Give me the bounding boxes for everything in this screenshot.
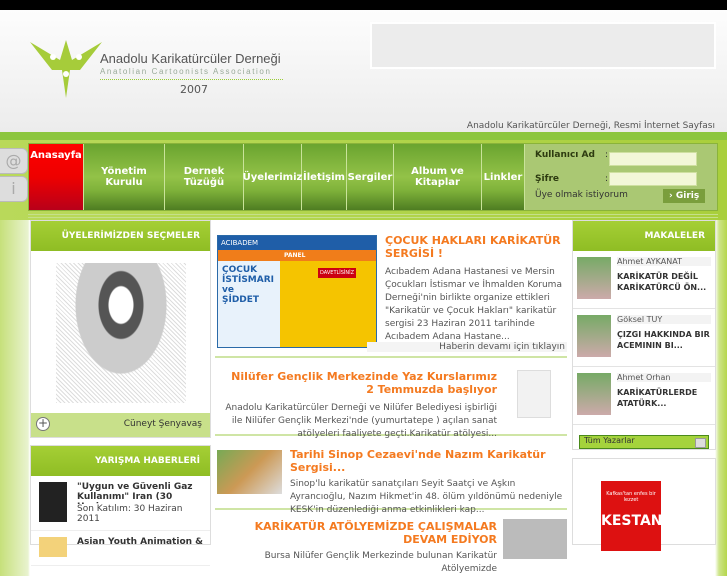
nav-albums[interactable]: Album ve Kitaplar [394,144,482,210]
colon: : [605,150,609,160]
author-photo [577,373,611,415]
nav-statute[interactable]: Dernek Tüzüğü [165,144,244,210]
contest-thumbnail [39,482,67,522]
contest-thumbnail [39,537,67,557]
main-nav: Anasayfa Yönetim Kurulu Dernek Tüzüğü Üy… [28,143,718,211]
section-title: YARIŞMA HABERLERİ [31,446,210,476]
divider [100,79,283,80]
news-title[interactable]: Nilüfer Gençlik Merkezinde Yaz Kurslarım… [225,370,497,396]
nav-contact[interactable]: İletişim [302,144,347,210]
poster-text: PANEL [218,250,376,261]
news-summary: Bursa Nilüfer Gençlik Merkezinde bulunan… [264,551,497,574]
divider [0,132,727,140]
banner-area [370,22,716,69]
ad-brand: KESTANO [601,513,675,529]
article-title[interactable]: KARİKATÜR DEĞİL KARİKATÜRCÜ ÖN... [617,271,711,293]
ad-image[interactable]: Kafkas'tan enfes bir lezzet KESTANO [601,481,674,551]
advertisement[interactable]: Kafkas'tan enfes bir lezzet KESTANO [572,458,716,551]
logo-subtitle: Anatolian Cartoonists Association [100,67,272,76]
contest-deadline: Son Katılım: 30 Haziran 2011 [77,504,183,524]
contest-item[interactable]: Asian Youth Animation & [31,531,210,566]
news-summary: Acıbadem Adana Hastanesi ve Mersin Çocuk… [385,267,562,342]
email-icon[interactable]: @ [0,148,28,174]
author-photo [577,315,611,357]
login-form: Kullanıcı Ad: Şifre: Üye olmak istiyorum… [525,144,717,210]
colon: : [605,174,609,184]
logo-title: Anadolu Karikatürcüler Derneği [100,51,281,66]
news-summary: Sinop'lu karikatür sanatçıları Seyit Saa… [290,479,563,515]
author-name[interactable]: Göksel TUY [617,315,711,324]
artist-name[interactable]: Cüneyt Şenyavaş [124,419,202,429]
login-button[interactable]: › Giriş [663,189,706,203]
news-summary: Anadolu Karikatürcüler Derneği ve Nilüfe… [225,403,497,439]
password-label: Şifre [535,174,560,184]
nav-links[interactable]: Linkler [482,144,525,210]
section-title: MAKALELER [573,221,715,251]
plus-icon[interactable]: + [36,417,50,431]
news-item: ACIBADEM PANEL ÇOCUK İSTİSMARI ve ŞİDDET… [215,228,567,358]
divider [28,214,718,218]
all-authors-select[interactable]: Tüm Yazarlar [579,435,709,449]
contest-title[interactable]: "Uygun ve Güvenli Gaz Kullanımı" Iran (3… [77,482,204,504]
nav-home[interactable]: Anasayfa [29,144,84,210]
article-item[interactable]: Göksel TUY ÇIZGI HAKKINDA BIR ACEMININ BI… [573,309,715,367]
article-title[interactable]: KARİKATÜRLERDE ATATÜRK... [617,387,711,409]
contest-news-box: YARIŞMA HABERLERİ "Uygun ve Güvenli Gaz … [30,445,211,566]
article-item[interactable]: Ahmet AYKANAT KARİKATÜR DEĞİL KARİKATÜRCÜ… [573,251,715,309]
password-input[interactable] [609,172,697,186]
nav-board[interactable]: Yönetim Kurulu [84,144,165,210]
news-item: Nilüfer Gençlik Merkezinde Yaz Kurslarım… [215,362,567,439]
info-icon[interactable]: i [0,176,28,202]
read-more-link[interactable]: Haberin devamı için tıklayın [367,342,567,352]
news-title[interactable]: ÇOCUK HAKLARI KARİKATÜR SERGİSİ ! [385,234,565,260]
username-input[interactable] [609,152,697,166]
news-title[interactable]: Tarihi Sinop Cezaevi'nde Nazım Karikatür… [290,448,567,474]
member-selections-box: ÜYELERİMİZDEN SEÇMELER + Cüneyt Şenyavaş [30,220,211,438]
site-tagline: Anadolu Karikatürcüler Derneği, Resmi İn… [466,121,715,131]
news-poster[interactable]: ACIBADEM PANEL ÇOCUK İSTİSMARI ve ŞİDDET… [217,235,377,348]
poster-text: ÇOCUK İSTİSMARI ve ŞİDDET [222,265,275,305]
username-label: Kullanıcı Ad [535,150,595,160]
news-item: Tarihi Sinop Cezaevi'nde Nazım Karikatür… [215,440,567,515]
author-name[interactable]: Ahmet Orhan [617,373,711,382]
news-list: ACIBADEM PANEL ÇOCUK İSTİSMARI ve ŞİDDET… [215,228,567,574]
cartoon-image[interactable] [55,263,186,403]
articles-box: MAKALELER Ahmet AYKANAT KARİKATÜR DEĞİL K… [572,220,716,450]
logo-icon [30,40,102,98]
contest-item[interactable]: "Uygun ve Güvenli Gaz Kullanımı" Iran (3… [31,476,210,531]
top-bar [0,0,727,10]
author-photo [577,257,611,299]
nav-members[interactable]: Üyelerimiz [243,144,302,210]
news-thumbnail[interactable] [503,519,567,559]
nav-exhibitions[interactable]: Sergiler [347,144,394,210]
author-name[interactable]: Ahmet AYKANAT [617,257,711,266]
logo-year: 2007 [180,83,208,96]
contest-title[interactable]: Asian Youth Animation & [77,537,203,559]
news-item: KARİKATÜR ATÖLYEMİZDE ÇALIŞMALAR DEVAM E… [215,514,567,574]
article-title[interactable]: ÇIZGI HAKKINDA BIR ACEMININ BI... [617,329,711,351]
poster-text: ACIBADEM [218,236,376,250]
news-thumbnail[interactable] [217,450,282,494]
news-thumbnail[interactable] [517,370,551,418]
section-title: ÜYELERİMİZDEN SEÇMELER [31,221,210,251]
ad-slogan: Kafkas'tan enfes bir lezzet [606,491,656,503]
poster-text: DAVETLİSİNİZ [318,268,357,278]
news-title[interactable]: KARİKATÜR ATÖLYEMİZDE ÇALIŞMALAR DEVAM E… [225,520,497,546]
article-item[interactable]: Ahmet Orhan KARİKATÜRLERDE ATATÜRK... [573,367,715,425]
